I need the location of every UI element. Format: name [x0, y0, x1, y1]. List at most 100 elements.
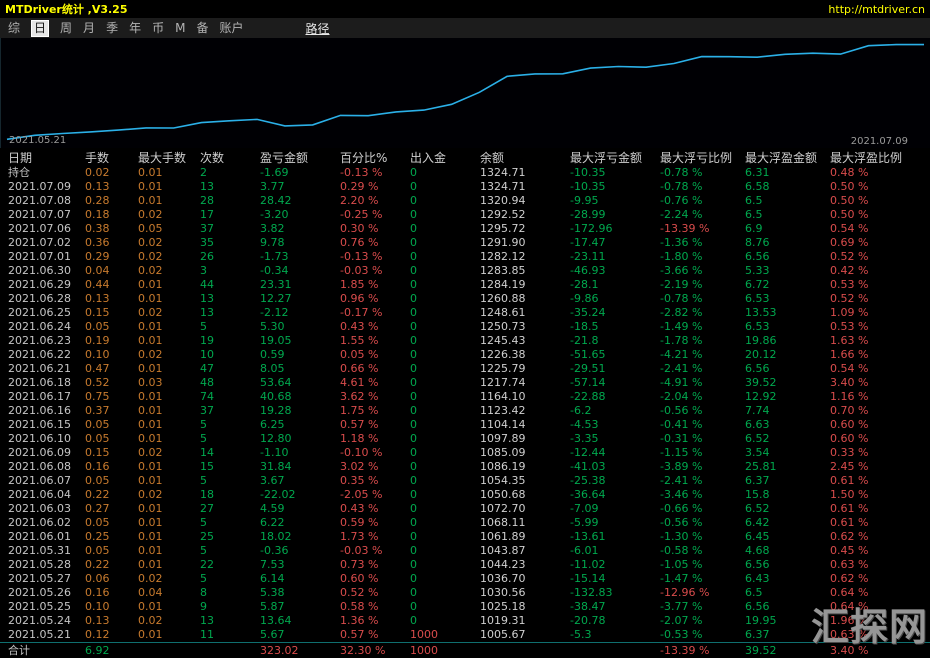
- column-header-max-float-loss[interactable]: 最大浮亏金额: [570, 150, 660, 166]
- cell-pl-percent: 0.52 %: [340, 586, 379, 599]
- menu-item-weekly[interactable]: 周: [60, 21, 72, 36]
- cell-count: 2: [200, 166, 207, 179]
- cell-max-lots: 0.02: [138, 488, 163, 501]
- cell-lots: 0.37: [85, 404, 110, 417]
- table-row[interactable]: 2021.05.27 0.06 0.02 5 6.14 0.60 % 0 1036.70 -15…: [0, 572, 930, 586]
- cell-max-float-loss-pct: -2.04 %: [660, 390, 703, 403]
- cell-max-float-profit: 6.52: [745, 502, 770, 515]
- cell-balance: 1295.72: [480, 222, 526, 235]
- cell-max-float-loss: -46.93: [570, 264, 606, 277]
- cell-max-float-profit: 6.43: [745, 572, 770, 585]
- table-row[interactable]: 2021.07.09 0.13 0.01 13 3.77 0.29 % 0 1324.71 -1…: [0, 180, 930, 194]
- cell-max-float-profit: 6.72: [745, 278, 770, 291]
- column-header-cash-flow[interactable]: 出入金: [410, 150, 480, 166]
- column-header-max-lots[interactable]: 最大手数: [138, 150, 200, 166]
- cell-cash-flow: 0: [410, 334, 417, 347]
- table-row[interactable]: 2021.07.01 0.29 0.02 26 -1.73 -0.13 % 0 1282.12…: [0, 250, 930, 264]
- cell-max-float-profit-pct: 0.60 %: [830, 432, 869, 445]
- column-header-balance[interactable]: 余额: [480, 150, 570, 166]
- table-row[interactable]: 2021.07.02 0.36 0.02 35 9.78 0.76 % 0 1291.90 -1…: [0, 236, 930, 250]
- table-row[interactable]: 2021.06.04 0.22 0.02 18 -22.02 -2.05 % 0 1050.6…: [0, 488, 930, 502]
- table-row[interactable]: 2021.06.16 0.37 0.01 37 19.28 1.75 % 0 1123.42 -…: [0, 404, 930, 418]
- site-url-link[interactable]: http://mtdriver.cn: [828, 3, 925, 16]
- cell-pl-amount: 9.78: [260, 236, 285, 249]
- table-row[interactable]: 2021.06.03 0.27 0.01 27 4.59 0.43 % 0 1072.70 -7…: [0, 502, 930, 516]
- menu-item-currency[interactable]: 币: [152, 21, 164, 36]
- menu-item-daily[interactable]: 日: [31, 19, 50, 37]
- menu-item-summary[interactable]: 综: [8, 21, 20, 36]
- column-header-max-float-profit-pct[interactable]: 最大浮盈比例: [830, 150, 930, 166]
- cell-max-float-loss-pct: -3.77 %: [660, 600, 703, 613]
- cell-max-float-profit-pct: 3.40 %: [830, 376, 869, 389]
- table-row[interactable]: 2021.07.07 0.18 0.02 17 -3.20 -0.25 % 0 1292.52…: [0, 208, 930, 222]
- column-header-pl-percent[interactable]: 百分比%: [340, 150, 410, 166]
- menu-item-monthly[interactable]: 月: [83, 21, 95, 36]
- table-row[interactable]: 2021.06.08 0.16 0.01 15 31.84 3.02 % 0 1086.19 -…: [0, 460, 930, 474]
- cell-max-float-loss: -10.35: [570, 180, 606, 193]
- table-row[interactable]: 2021.06.07 0.05 0.01 5 3.67 0.35 % 0 1054.35 -25…: [0, 474, 930, 488]
- cell-count: 48: [200, 376, 214, 389]
- column-header-date[interactable]: 日期: [8, 150, 85, 166]
- cell-pl-amount: 5.87: [260, 600, 285, 613]
- table-row[interactable]: 2021.06.10 0.05 0.01 5 12.80 1.18 % 0 1097.89 -3…: [0, 432, 930, 446]
- column-header-max-float-loss-pct[interactable]: 最大浮亏比例: [660, 150, 745, 166]
- cell-max-float-loss-pct: -2.41 %: [660, 362, 703, 375]
- cell-max-lots: 0.02: [138, 236, 163, 249]
- table-row[interactable]: 2021.05.28 0.22 0.01 22 7.53 0.73 % 0 1044.23 -1…: [0, 558, 930, 572]
- menu-item-quarterly[interactable]: 季: [106, 21, 118, 36]
- cell-date: 2021.06.23: [8, 334, 71, 347]
- table-row[interactable]: 2021.06.22 0.10 0.02 10 0.59 0.05 % 0 1226.38 -5…: [0, 348, 930, 362]
- menu-item-m[interactable]: M: [175, 21, 185, 36]
- cell-date: 2021.06.16: [8, 404, 71, 417]
- path-link[interactable]: 路径: [306, 20, 330, 37]
- cell-cash-flow: 0: [410, 432, 417, 445]
- cell-max-float-loss-pct: -3.46 %: [660, 488, 703, 501]
- cell-count: 3: [200, 264, 207, 277]
- menu-item-account[interactable]: 账户: [219, 21, 243, 36]
- cell-max-lots: 0.02: [138, 446, 163, 459]
- table-row[interactable]: 2021.06.24 0.05 0.01 5 5.30 0.43 % 0 1250.73 -18…: [0, 320, 930, 334]
- cell-balance: 1104.14: [480, 418, 526, 431]
- table-row[interactable]: 2021.06.01 0.25 0.01 25 18.02 1.73 % 0 1061.89 -…: [0, 530, 930, 544]
- cell-cash-flow: 0: [410, 250, 417, 263]
- cell-max-float-profit-pct: 0.48 %: [830, 166, 869, 179]
- table-row[interactable]: 2021.06.25 0.15 0.02 13 -2.12 -0.17 % 0 1248.61…: [0, 306, 930, 320]
- table-row[interactable]: 2021.06.29 0.44 0.01 44 23.31 1.85 % 0 1284.19 -…: [0, 278, 930, 292]
- cell-lots: 0.15: [85, 446, 110, 459]
- cell-balance: 1044.23: [480, 558, 526, 571]
- table-row[interactable]: 持仓 0.02 0.01 2 -1.69 -0.13 % 0 1324.71 -10.35 -0.…: [0, 166, 930, 180]
- table-row[interactable]: 2021.05.26 0.16 0.04 8 5.38 0.52 % 0 1030.56 -13…: [0, 586, 930, 600]
- cell-max-float-loss-pct: -1.15 %: [660, 446, 703, 459]
- menu-item-backup[interactable]: 备: [196, 21, 208, 36]
- cell-max-lots: 0.02: [138, 572, 163, 585]
- cell-pl-amount: 3.67: [260, 474, 285, 487]
- table-row[interactable]: 2021.06.21 0.47 0.01 47 8.05 0.66 % 0 1225.79 -2…: [0, 362, 930, 376]
- column-header-pl-amount[interactable]: 盈亏金额: [260, 150, 340, 166]
- table-row[interactable]: 2021.06.17 0.75 0.01 74 40.68 3.62 % 0 1164.10 -…: [0, 390, 930, 404]
- table-row[interactable]: 2021.05.25 0.10 0.01 9 5.87 0.58 % 0 1025.18 -38…: [0, 600, 930, 614]
- table-row[interactable]: 2021.06.30 0.04 0.02 3 -0.34 -0.03 % 0 1283.85 -…: [0, 264, 930, 278]
- table-row[interactable]: 2021.06.28 0.13 0.01 13 12.27 0.96 % 0 1260.88 -…: [0, 292, 930, 306]
- table-row[interactable]: 2021.07.08 0.28 0.01 28 28.42 2.20 % 0 1320.94 -…: [0, 194, 930, 208]
- cell-pl-amount: 4.59: [260, 502, 285, 515]
- table-row[interactable]: 2021.06.09 0.15 0.02 14 -1.10 -0.10 % 0 1085.09…: [0, 446, 930, 460]
- cell-lots: 0.16: [85, 460, 110, 473]
- cell-max-float-loss-pct: -0.78 %: [660, 292, 703, 305]
- table-row[interactable]: 2021.06.18 0.52 0.03 48 53.64 4.61 % 0 1217.74 -…: [0, 376, 930, 390]
- table-row[interactable]: 2021.05.24 0.13 0.02 13 13.64 1.36 % 0 1019.31 -…: [0, 614, 930, 628]
- table-row[interactable]: 2021.06.02 0.05 0.01 5 6.22 0.59 % 0 1068.11 -5.…: [0, 516, 930, 530]
- cell-pl-percent: -0.13 %: [340, 250, 383, 263]
- cell-max-float-profit: 6.5: [745, 194, 763, 207]
- menu-item-yearly[interactable]: 年: [129, 21, 141, 36]
- column-header-max-float-profit[interactable]: 最大浮盈金额: [745, 150, 830, 166]
- table-row[interactable]: 2021.05.21 0.12 0.01 11 5.67 0.57 % 1000 1005.6…: [0, 628, 930, 642]
- cell-cash-flow: 0: [410, 614, 417, 627]
- table-row[interactable]: 2021.06.15 0.05 0.01 5 6.25 0.57 % 0 1104.14 -4.…: [0, 418, 930, 432]
- column-header-count[interactable]: 次数: [200, 150, 260, 166]
- table-row[interactable]: 2021.07.06 0.38 0.05 37 3.82 0.30 % 0 1295.72 -1…: [0, 222, 930, 236]
- table-row[interactable]: 2021.06.23 0.19 0.01 19 19.05 1.55 % 0 1245.43 -…: [0, 334, 930, 348]
- cell-max-float-profit: 6.37: [745, 474, 770, 487]
- table-row[interactable]: 2021.05.31 0.05 0.01 5 -0.36 -0.03 % 0 1043.87 -…: [0, 544, 930, 558]
- column-header-lots[interactable]: 手数: [85, 150, 138, 166]
- cell-balance: 1324.71: [480, 166, 526, 179]
